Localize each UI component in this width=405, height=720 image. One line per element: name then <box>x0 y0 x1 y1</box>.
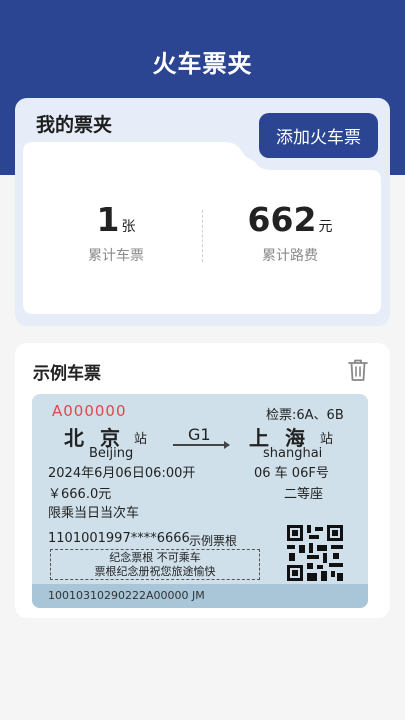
train-number: G1 <box>188 425 211 444</box>
ticket-count-label: 累计车票 <box>88 248 144 264</box>
stat-total-fare: 662 元 累计路费 <box>205 200 375 265</box>
ticket-limit-note: 限乘当日当次车 <box>48 506 140 521</box>
memo-line-1: 纪念票根 不可乘车 <box>109 551 201 564</box>
ticket-count-value: 1 <box>96 200 120 239</box>
departure-station-en: Beijing <box>89 446 134 461</box>
add-ticket-button[interactable]: 添加火车票 <box>259 113 378 158</box>
car-seat: 06 车 06F号 <box>254 466 329 481</box>
passenger-id-number: 1101001997****6666 <box>48 531 190 546</box>
memo-box: 纪念票根 不可乘车 票根纪念册祝您旅途愉快 <box>50 549 260 580</box>
seat-class: 二等座 <box>284 487 324 502</box>
train-ticket[interactable]: A000000 检票:6A、6B 北京 站 Beijing G1 上海 站 sh… <box>32 394 368 608</box>
ticket-serial: A000000 <box>52 402 127 420</box>
departure-station-suffix: 站 <box>134 432 148 447</box>
page-title: 火车票夹 <box>152 50 253 78</box>
sample-ticket-card: 示例车票 A000000 检票:6A、6B 北京 站 Beijing G1 上海… <box>15 343 390 618</box>
trash-icon[interactable] <box>347 358 369 382</box>
stat-divider <box>202 210 203 262</box>
total-fare-unit: 元 <box>318 219 333 235</box>
passenger-name: 示例票根 <box>189 534 238 548</box>
total-fare-label: 累计路费 <box>262 248 318 264</box>
sample-ticket-title: 示例车票 <box>33 364 101 384</box>
arrow-right-icon <box>173 441 230 449</box>
ticket-footer-code: 10010310290222A00000 JM <box>32 584 368 608</box>
wallet-stats-panel: 1张 累计车票 662 元 累计路费 <box>23 142 381 314</box>
ticket-count-unit: 张 <box>121 219 136 235</box>
ticket-gate: 检票:6A、6B <box>266 408 344 423</box>
stat-ticket-count: 1张 累计车票 <box>31 200 201 265</box>
ticket-price: ￥666.0元 <box>48 487 112 502</box>
total-fare-value: 662 <box>247 200 317 239</box>
departure-datetime: 2024年6月06日06:00开 <box>48 466 196 481</box>
memo-line-2: 票根纪念册祝您旅途愉快 <box>94 565 216 578</box>
arrival-station-suffix: 站 <box>320 432 334 447</box>
arrival-station-en: shanghai <box>263 446 323 461</box>
wallet-heading: 我的票夹 <box>36 114 113 136</box>
qr-code-icon <box>287 525 343 581</box>
ticket-wallet-card: 我的票夹 1张 累计车票 662 元 累计路费 添加火车票 <box>15 98 390 326</box>
